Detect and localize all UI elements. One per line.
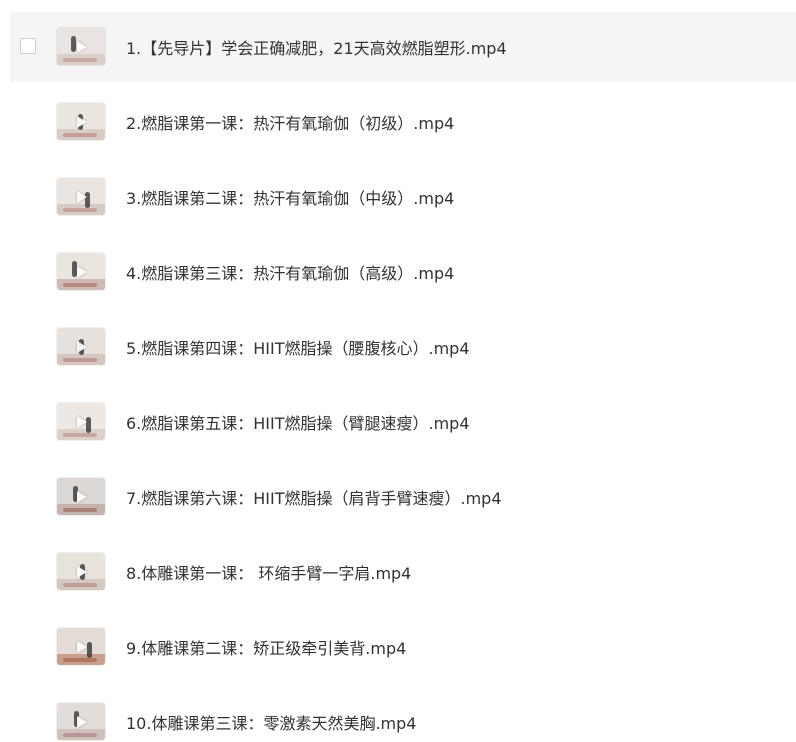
play-icon bbox=[77, 115, 87, 128]
file-row[interactable]: 3.燃脂课第二课：热汗有氧瑜伽（中级）.mp4 bbox=[10, 162, 796, 232]
file-name[interactable]: 7.燃脂课第六课：HIIT燃脂操（肩背手臂速瘦）.mp4 bbox=[126, 485, 502, 509]
play-icon bbox=[77, 415, 87, 428]
file-row[interactable]: 4.燃脂课第三课：热汗有氧瑜伽（高级）.mp4 bbox=[10, 237, 796, 307]
file-name[interactable]: 1.【先导片】学会正确减肥，21天高效燃脂塑形.mp4 bbox=[126, 35, 507, 59]
play-icon bbox=[77, 715, 87, 728]
video-thumbnail[interactable] bbox=[57, 403, 105, 440]
play-icon bbox=[77, 640, 87, 653]
play-icon bbox=[77, 40, 87, 53]
video-thumbnail[interactable] bbox=[57, 478, 105, 515]
file-name[interactable]: 10.体雕课第三课：零激素天然美胸.mp4 bbox=[126, 710, 416, 734]
file-list: 1.【先导片】学会正确减肥，21天高效燃脂塑形.mp4 2.燃脂课第一课：热汗有氧… bbox=[0, 0, 796, 742]
file-name[interactable]: 6.燃脂课第五课：HIIT燃脂操（臂腿速瘦）.mp4 bbox=[126, 410, 470, 434]
select-checkbox[interactable] bbox=[20, 38, 36, 54]
play-icon bbox=[77, 190, 87, 203]
file-row[interactable]: 6.燃脂课第五课：HIIT燃脂操（臂腿速瘦）.mp4 bbox=[10, 387, 796, 457]
video-thumbnail[interactable] bbox=[57, 703, 105, 740]
file-row[interactable]: 1.【先导片】学会正确减肥，21天高效燃脂塑形.mp4 bbox=[10, 12, 796, 82]
play-icon bbox=[77, 490, 87, 503]
play-icon bbox=[77, 265, 87, 278]
video-thumbnail[interactable] bbox=[57, 28, 105, 65]
file-row[interactable]: 5.燃脂课第四课：HIIT燃脂操（腰腹核心）.mp4 bbox=[10, 312, 796, 382]
file-name[interactable]: 9.体雕课第二课：矫正级牵引美背.mp4 bbox=[126, 635, 406, 659]
play-icon bbox=[77, 565, 87, 578]
file-row[interactable]: 7.燃脂课第六课：HIIT燃脂操（肩背手臂速瘦）.mp4 bbox=[10, 462, 796, 532]
file-row[interactable]: 9.体雕课第二课：矫正级牵引美背.mp4 bbox=[10, 612, 796, 682]
play-icon bbox=[77, 340, 87, 353]
file-name[interactable]: 5.燃脂课第四课：HIIT燃脂操（腰腹核心）.mp4 bbox=[126, 335, 470, 359]
video-thumbnail[interactable] bbox=[57, 553, 105, 590]
file-name[interactable]: 3.燃脂课第二课：热汗有氧瑜伽（中级）.mp4 bbox=[126, 185, 454, 209]
file-row[interactable]: 2.燃脂课第一课：热汗有氧瑜伽（初级）.mp4 bbox=[10, 87, 796, 157]
video-thumbnail[interactable] bbox=[57, 103, 105, 140]
file-name[interactable]: 2.燃脂课第一课：热汗有氧瑜伽（初级）.mp4 bbox=[126, 110, 454, 134]
file-row[interactable]: 10.体雕课第三课：零激素天然美胸.mp4 bbox=[10, 687, 796, 742]
file-name[interactable]: 8.体雕课第一课： 环缩手臂一字肩.mp4 bbox=[126, 560, 411, 584]
video-thumbnail[interactable] bbox=[57, 328, 105, 365]
video-thumbnail[interactable] bbox=[57, 628, 105, 665]
file-row[interactable]: 8.体雕课第一课： 环缩手臂一字肩.mp4 bbox=[10, 537, 796, 607]
file-name[interactable]: 4.燃脂课第三课：热汗有氧瑜伽（高级）.mp4 bbox=[126, 260, 454, 284]
video-thumbnail[interactable] bbox=[57, 253, 105, 290]
video-thumbnail[interactable] bbox=[57, 178, 105, 215]
